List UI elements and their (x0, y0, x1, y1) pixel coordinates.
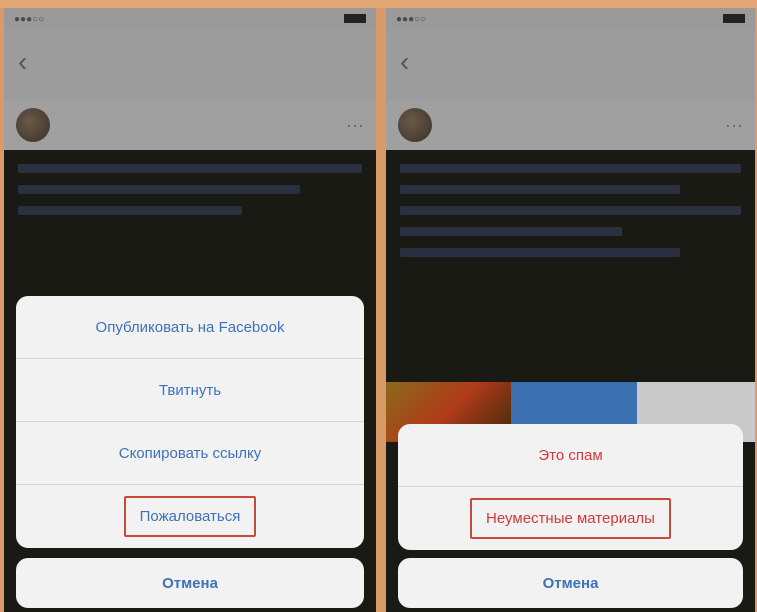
report-button-row: Пожаловаться (16, 485, 364, 548)
nav-bar: ‹ (4, 30, 376, 101)
share-facebook-button[interactable]: Опубликовать на Facebook (16, 296, 364, 359)
panel-divider (378, 8, 384, 612)
post-text-blur (400, 164, 741, 257)
post-text-line (400, 206, 741, 215)
battery-indicator (719, 14, 745, 25)
avatar[interactable] (398, 108, 432, 142)
action-sheet: Опубликовать на Facebook Твитнуть Скопир… (16, 296, 364, 548)
carrier-signal: ●●●○○ (14, 13, 45, 25)
carrier-signal: ●●●○○ (396, 13, 427, 25)
post-text-blur (18, 164, 362, 215)
phone-screen-left: ●●●○○ ‹ ··· Опубликовать на Facebook Тви… (4, 8, 376, 612)
more-icon[interactable]: ··· (725, 116, 743, 134)
cancel-button[interactable]: Отмена (398, 558, 743, 608)
phone-screen-right: ●●●○○ ‹ ··· Это спам Неуместные материал… (386, 8, 755, 612)
back-chevron-icon[interactable]: ‹ (18, 48, 27, 76)
battery-icon (343, 14, 366, 24)
inappropriate-button[interactable]: Неуместные материалы (470, 498, 671, 539)
post-text-line (400, 185, 680, 194)
nav-bar: ‹ (386, 30, 755, 101)
post-header: ··· (4, 100, 376, 150)
battery-indicator (340, 14, 366, 25)
spam-button[interactable]: Это спам (398, 424, 743, 487)
post-text-line (18, 206, 242, 215)
post-text-line (400, 248, 680, 257)
avatar[interactable] (16, 108, 50, 142)
report-reason-sheet: Это спам Неуместные материалы (398, 424, 743, 550)
post-text-line (18, 185, 301, 194)
back-chevron-icon[interactable]: ‹ (400, 48, 409, 76)
post-header: ··· (386, 100, 755, 150)
copy-link-button[interactable]: Скопировать ссылку (16, 422, 364, 485)
post-text-line (400, 164, 741, 173)
status-bar: ●●●○○ (386, 8, 755, 30)
frame-top-strip (0, 0, 757, 8)
post-text-line (18, 164, 362, 173)
tweet-button[interactable]: Твитнуть (16, 359, 364, 422)
post-text-line (400, 227, 622, 236)
report-button[interactable]: Пожаловаться (123, 496, 257, 537)
more-icon[interactable]: ··· (346, 116, 364, 134)
status-bar: ●●●○○ (4, 8, 376, 30)
cancel-button[interactable]: Отмена (16, 558, 364, 608)
inappropriate-row: Неуместные материалы (398, 487, 743, 550)
battery-icon (722, 14, 745, 24)
